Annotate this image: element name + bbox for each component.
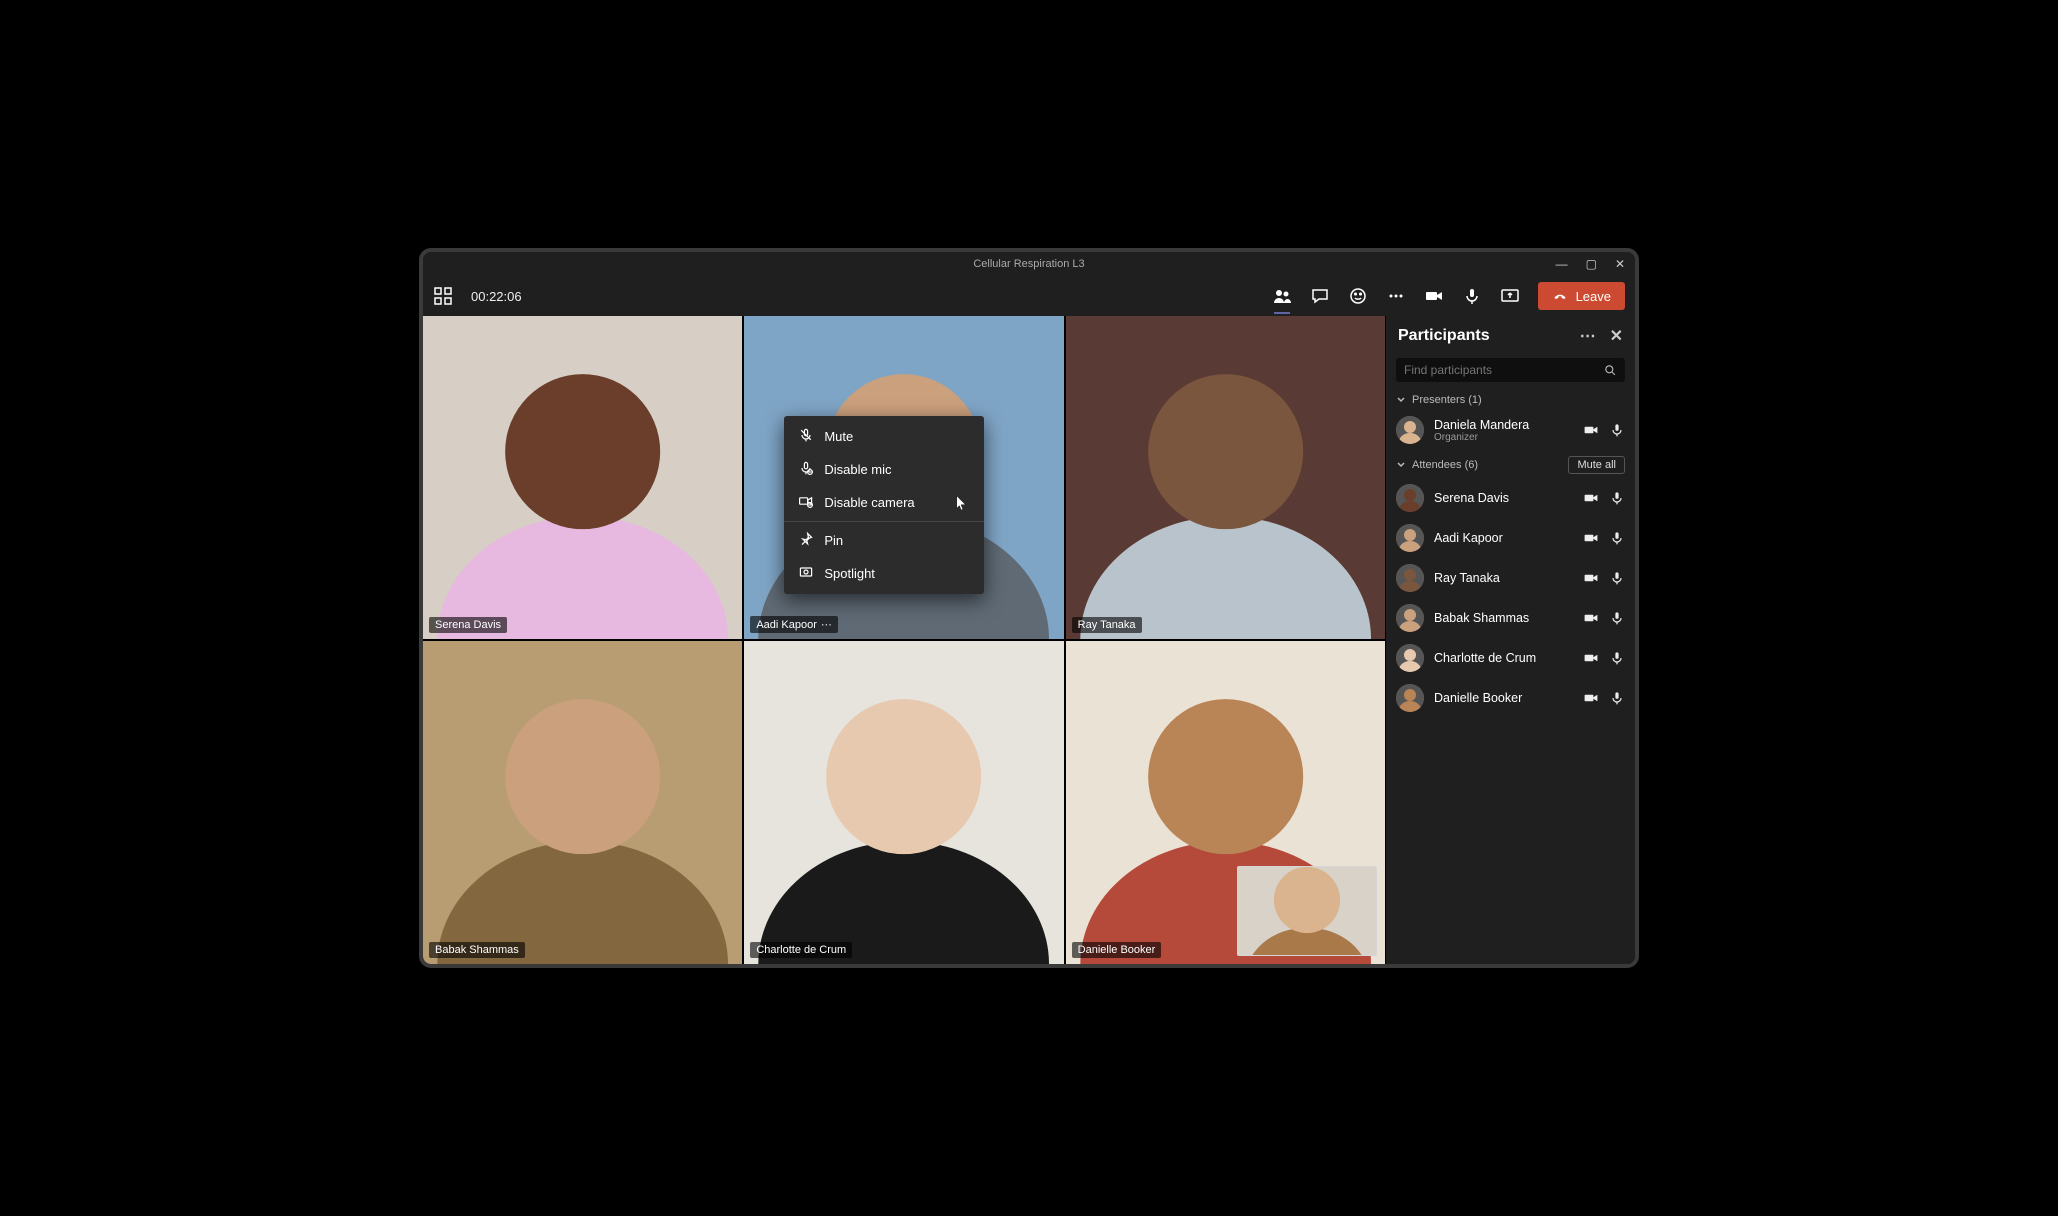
title-bar: Cellular Respiration L3 — ▢ ✕ [423, 252, 1635, 276]
participants-panel: Participants ⋯ ✕ Presenters (1) Daniela … [1385, 316, 1635, 964]
video-tile[interactable]: Serena Davis [423, 316, 742, 639]
mute-all-button[interactable]: Mute all [1568, 456, 1625, 474]
participant-search-input[interactable] [1404, 363, 1603, 377]
video-tile[interactable]: Babak Shammas [423, 641, 742, 964]
camera-icon[interactable] [1583, 650, 1599, 666]
tile-more-icon[interactable]: ⋯ [821, 618, 832, 631]
hangup-icon [1552, 288, 1568, 304]
self-view-pip[interactable] [1237, 866, 1377, 956]
presenters-section-header[interactable]: Presenters (1) [1386, 388, 1635, 410]
participant-name-label: Charlotte de Crum [750, 942, 852, 958]
camera-icon[interactable] [1583, 570, 1599, 586]
participant-name-label: Ray Tanaka [1072, 617, 1142, 633]
context-menu-item[interactable]: Disable camera [784, 486, 984, 519]
mic-icon[interactable] [1609, 490, 1625, 506]
panel-close-icon[interactable]: ✕ [1610, 326, 1623, 346]
share-screen-icon[interactable] [1500, 286, 1520, 306]
attendees-section-header[interactable]: Attendees (6) Mute all [1386, 450, 1635, 478]
avatar [1396, 684, 1424, 712]
gallery-layout-icon[interactable] [433, 286, 453, 306]
panel-more-icon[interactable]: ⋯ [1580, 326, 1596, 346]
video-tile[interactable]: Ray Tanaka [1066, 316, 1385, 639]
camera-icon[interactable] [1583, 530, 1599, 546]
people-icon[interactable] [1272, 286, 1292, 306]
chevron-down-icon [1396, 460, 1406, 470]
cursor-icon [954, 495, 970, 511]
panel-title: Participants [1398, 327, 1490, 345]
participant-search[interactable] [1396, 358, 1625, 382]
participant-row[interactable]: Daniela Mandera Organizer [1386, 410, 1635, 450]
participant-context-menu: MuteDisable micDisable camera PinSpotligh… [784, 416, 984, 594]
camera-disable-icon [798, 493, 814, 512]
context-menu-item[interactable]: Mute [784, 420, 984, 453]
participant-name-label: Serena Davis [429, 617, 507, 633]
avatar [1396, 644, 1424, 672]
mic-icon[interactable] [1609, 690, 1625, 706]
video-tile[interactable]: Danielle Booker [1066, 641, 1385, 964]
meeting-toolbar: 00:22:06 [423, 276, 1635, 316]
search-icon [1603, 363, 1617, 377]
spotlight-icon [798, 564, 814, 583]
more-actions-icon[interactable] [1386, 286, 1406, 306]
context-menu-item[interactable]: Disable mic [784, 453, 984, 486]
maximize-button[interactable]: ▢ [1586, 257, 1597, 271]
mic-icon[interactable] [1609, 530, 1625, 546]
participant-row[interactable]: Danielle Booker [1386, 678, 1635, 718]
avatar [1396, 604, 1424, 632]
video-tile[interactable]: Charlotte de Crum [744, 641, 1063, 964]
minimize-button[interactable]: — [1556, 257, 1568, 271]
participant-row[interactable]: Ray Tanaka [1386, 558, 1635, 598]
mic-icon[interactable] [1609, 570, 1625, 586]
participant-name: Babak Shammas [1434, 611, 1573, 625]
mic-icon[interactable] [1609, 650, 1625, 666]
participant-row[interactable]: Serena Davis [1386, 478, 1635, 518]
camera-icon[interactable] [1583, 490, 1599, 506]
participant-name: Charlotte de Crum [1434, 651, 1573, 665]
context-menu-item[interactable]: Pin [784, 524, 984, 557]
leave-button[interactable]: Leave [1538, 282, 1625, 310]
participant-row[interactable]: Charlotte de Crum [1386, 638, 1635, 678]
mic-toggle-icon[interactable] [1462, 286, 1482, 306]
mic-off-icon [798, 427, 814, 446]
participant-name: Aadi Kapoor [1434, 531, 1573, 545]
reactions-icon[interactable] [1348, 286, 1368, 306]
participant-name: Daniela Mandera Organizer [1434, 418, 1573, 443]
mic-icon[interactable] [1609, 610, 1625, 626]
avatar [1396, 564, 1424, 592]
chevron-down-icon [1396, 395, 1406, 405]
camera-toggle-icon[interactable] [1424, 286, 1444, 306]
window-title: Cellular Respiration L3 [973, 258, 1084, 270]
video-grid: Serena Davis Aadi Kapoor⋯ MuteDisable mic… [423, 316, 1385, 964]
camera-icon[interactable] [1583, 610, 1599, 626]
camera-icon[interactable] [1583, 422, 1599, 438]
meeting-content: Serena Davis Aadi Kapoor⋯MuteDisable mic… [423, 316, 1635, 964]
participant-name: Serena Davis [1434, 491, 1573, 505]
participant-row[interactable]: Aadi Kapoor [1386, 518, 1635, 558]
avatar [1396, 416, 1424, 444]
camera-icon[interactable] [1583, 690, 1599, 706]
participant-row[interactable]: Babak Shammas [1386, 598, 1635, 638]
avatar [1396, 524, 1424, 552]
chat-icon[interactable] [1310, 286, 1330, 306]
context-menu-item[interactable]: Spotlight [784, 557, 984, 590]
video-tile[interactable]: Aadi Kapoor⋯ MuteDisable micDisable camer… [744, 316, 1063, 639]
participant-name: Danielle Booker [1434, 691, 1573, 705]
close-window-button[interactable]: ✕ [1615, 257, 1625, 271]
app-window: Cellular Respiration L3 — ▢ ✕ 00:22:06 [419, 248, 1639, 968]
avatar [1396, 484, 1424, 512]
participant-name-label: Aadi Kapoor⋯ [750, 616, 838, 633]
pin-icon [798, 531, 814, 550]
participant-name-label: Danielle Booker [1072, 942, 1162, 958]
meeting-timer: 00:22:06 [471, 289, 522, 304]
mic-icon[interactable] [1609, 422, 1625, 438]
mic-disable-icon [798, 460, 814, 479]
participant-name-label: Babak Shammas [429, 942, 525, 958]
participant-name: Ray Tanaka [1434, 571, 1573, 585]
